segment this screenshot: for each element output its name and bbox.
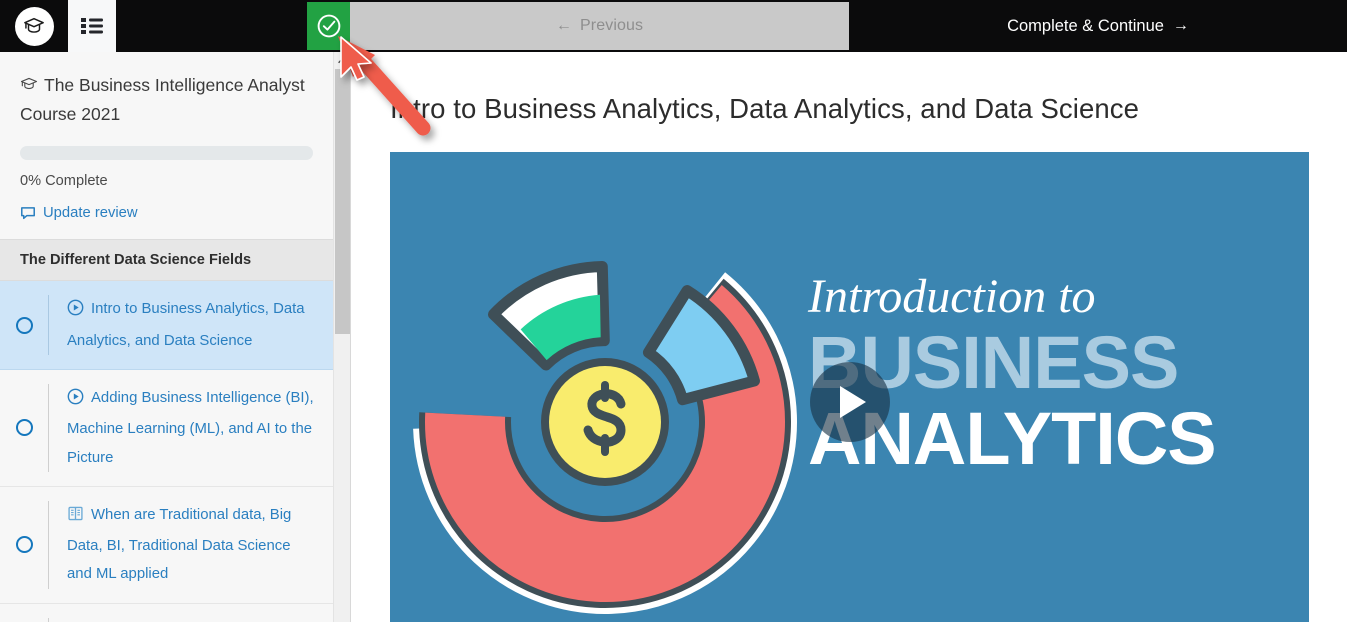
lesson-body: Intro to Business Analytics, Data Analyt… (67, 295, 319, 355)
sidebar-lesson-item[interactable]: When are Traditional data, Big Data, BI,… (0, 486, 333, 604)
scroll-up-button[interactable] (334, 52, 351, 69)
lesson-divider (48, 383, 49, 472)
course-sidebar: The Business Intelligence Analyst Course… (0, 52, 334, 622)
previous-lecture-button[interactable]: ← Previous (350, 2, 849, 50)
topbar-spacer (116, 0, 307, 52)
brand-logo-button[interactable] (0, 0, 68, 52)
play-circle-icon (67, 298, 84, 326)
lesson-label: Adding Business Intelligence (BI), Machi… (67, 389, 314, 466)
page-title: Intro to Business Analytics, Data Analyt… (390, 93, 1139, 124)
previous-label: Previous (580, 17, 644, 34)
chevron-up-icon (338, 57, 347, 64)
lesson-body: When are Traditional data, Big Data, BI,… (67, 501, 319, 589)
lesson-completion-toggle[interactable] (0, 536, 48, 554)
course-title: The Business Intelligence Analyst Course… (20, 72, 313, 128)
circle-outline-icon (15, 536, 33, 554)
continue-label: Complete & Continue (1007, 16, 1164, 35)
update-review-link[interactable]: Update review (20, 205, 313, 221)
play-icon (840, 386, 866, 418)
sidebar-scrollbar[interactable] (334, 52, 351, 622)
scrollbar-thumb[interactable] (335, 69, 350, 334)
donut-chart-illustration (413, 230, 797, 614)
complete-and-continue-button[interactable]: Complete & Continue → (849, 0, 1347, 52)
circle-outline-icon (15, 316, 33, 334)
lesson-completion-toggle[interactable] (0, 316, 48, 334)
book-icon (67, 504, 84, 532)
check-circle-icon (317, 14, 340, 38)
mark-complete-button[interactable] (307, 2, 350, 50)
toggle-course-menu-button[interactable] (68, 0, 116, 52)
graduation-cap-icon (20, 74, 38, 101)
list-view-icon (81, 18, 103, 34)
lesson-label: Intro to Business Analytics, Data Analyt… (67, 301, 305, 349)
progress-label: 0% Complete (20, 173, 108, 190)
arrow-right-icon: → (1172, 17, 1189, 34)
lesson-body: Adding Business Intelligence (BI), Machi… (67, 384, 319, 472)
arrow-left-icon: ← (555, 17, 573, 34)
lesson-divider (48, 295, 49, 355)
logo-circle (14, 6, 54, 46)
sidebar-lesson-item[interactable]: 1 (0, 603, 333, 622)
lesson-divider (48, 500, 49, 589)
comment-icon (21, 207, 35, 220)
lesson-body: 1 (67, 618, 319, 622)
circle-outline-icon (15, 419, 33, 437)
sidebar-lesson-item[interactable]: Adding Business Intelligence (BI), Machi… (0, 369, 333, 487)
course-progress-bar (20, 146, 313, 161)
main-content: Intro to Business Analytics, Data Analyt… (351, 52, 1347, 622)
course-title-text: The Business Intelligence Analyst Course… (20, 75, 305, 125)
lesson-completion-toggle[interactable] (0, 419, 48, 437)
graduation-cap-icon (24, 17, 44, 33)
play-button[interactable] (810, 362, 890, 442)
top-navigation-bar: ← Previous Complete & Continue → (0, 0, 1347, 52)
course-header: The Business Intelligence Analyst Course… (0, 52, 333, 221)
video-promo-text: Introduction to BUSINESS ANALYTICS (808, 273, 1298, 477)
update-review-label: Update review (43, 205, 138, 222)
lesson-label: When are Traditional data, Big Data, BI,… (67, 506, 292, 583)
promo-line-1: Introduction to (808, 270, 1096, 323)
section-header: The Different Data Science Fields (0, 239, 333, 282)
video-player-thumbnail[interactable]: Introduction to BUSINESS ANALYTICS (390, 152, 1309, 622)
lesson-divider (48, 617, 49, 622)
sidebar-lesson-item[interactable]: Intro to Business Analytics, Data Analyt… (0, 281, 333, 370)
play-circle-icon (67, 387, 84, 415)
